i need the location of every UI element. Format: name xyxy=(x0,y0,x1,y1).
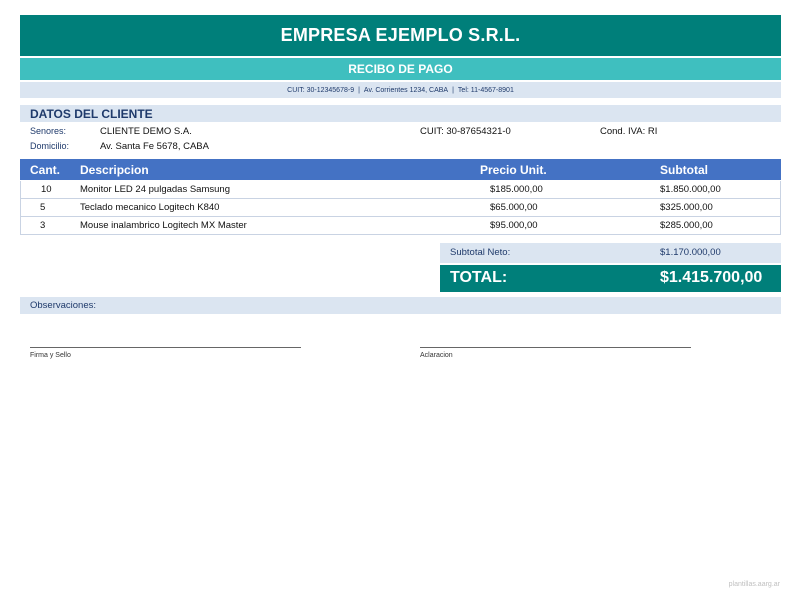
row-unit-price: $65.000,00 xyxy=(490,202,538,213)
subtotal-box: Subtotal Neto: $1.170.000,00 xyxy=(440,243,781,263)
client-address-label: Domicilio: xyxy=(30,141,70,151)
subtotal-value: $1.170.000,00 xyxy=(660,247,721,258)
header-qty: Cant. xyxy=(30,163,60,177)
total-value: $1.415.700,00 xyxy=(660,269,763,286)
table-row: 5 Teclado mecanico Logitech K840 $65.000… xyxy=(20,199,781,217)
footer-watermark: plantillas.aarg.ar xyxy=(728,581,780,588)
client-cuit: CUIT: 30-87654321-0 xyxy=(420,126,511,137)
info-separator: | xyxy=(452,86,454,94)
header-subtotal: Subtotal xyxy=(660,163,708,177)
row-qty: 3 xyxy=(40,220,46,231)
row-unit-price: $185.000,00 xyxy=(490,184,543,195)
row-description: Teclado mecanico Logitech K840 xyxy=(80,202,220,213)
table-row: 10 Monitor LED 24 pulgadas Samsung $185.… xyxy=(20,181,781,199)
items-table-header: Cant. Descripcion Precio Unit. Subtotal xyxy=(20,159,781,180)
company-info-bar: CUIT: 30-12345678-9 | Av. Corrientes 123… xyxy=(20,82,781,98)
clarification-line xyxy=(420,347,691,348)
row-subtotal: $1.850.000,00 xyxy=(660,184,721,195)
row-description: Mouse inalambrico Logitech MX Master xyxy=(80,220,247,231)
header-unit-price: Precio Unit. xyxy=(480,163,547,177)
company-address: Av. Corrientes 1234, CABA xyxy=(363,86,449,94)
client-section-header: DATOS DEL CLIENTE xyxy=(20,105,781,122)
row-qty: 5 xyxy=(40,202,46,213)
row-qty: 10 xyxy=(41,184,52,195)
document-title: RECIBO DE PAGO xyxy=(20,58,781,80)
row-subtotal: $285.000,00 xyxy=(660,220,713,231)
client-iva: Cond. IVA: RI xyxy=(600,126,658,137)
info-separator: | xyxy=(358,86,360,94)
subtotal-label: Subtotal Neto: xyxy=(450,247,511,258)
client-address: Av. Santa Fe 5678, CABA xyxy=(100,141,209,152)
table-row: 3 Mouse inalambrico Logitech MX Master $… xyxy=(20,217,781,235)
total-box: TOTAL: $1.415.700,00 xyxy=(440,265,781,292)
company-cuit: CUIT: 30-12345678-9 xyxy=(287,86,355,94)
row-subtotal: $325.000,00 xyxy=(660,202,713,213)
header-description: Descripcion xyxy=(80,163,149,177)
client-name-label: Senores: xyxy=(30,126,67,136)
client-name: CLIENTE DEMO S.A. xyxy=(100,126,192,137)
signature-line xyxy=(30,347,301,348)
company-name: EMPRESA EJEMPLO S.R.L. xyxy=(20,15,781,56)
clarification-label: Aclaracion xyxy=(420,352,453,359)
signature-label: Firma y Sello xyxy=(30,352,71,359)
total-label: TOTAL: xyxy=(450,269,508,286)
company-phone: Tel: 11-4567-8901 xyxy=(457,86,514,94)
row-unit-price: $95.000,00 xyxy=(490,220,538,231)
row-description: Monitor LED 24 pulgadas Samsung xyxy=(80,184,230,195)
observations-bar: Observaciones: xyxy=(20,297,781,314)
